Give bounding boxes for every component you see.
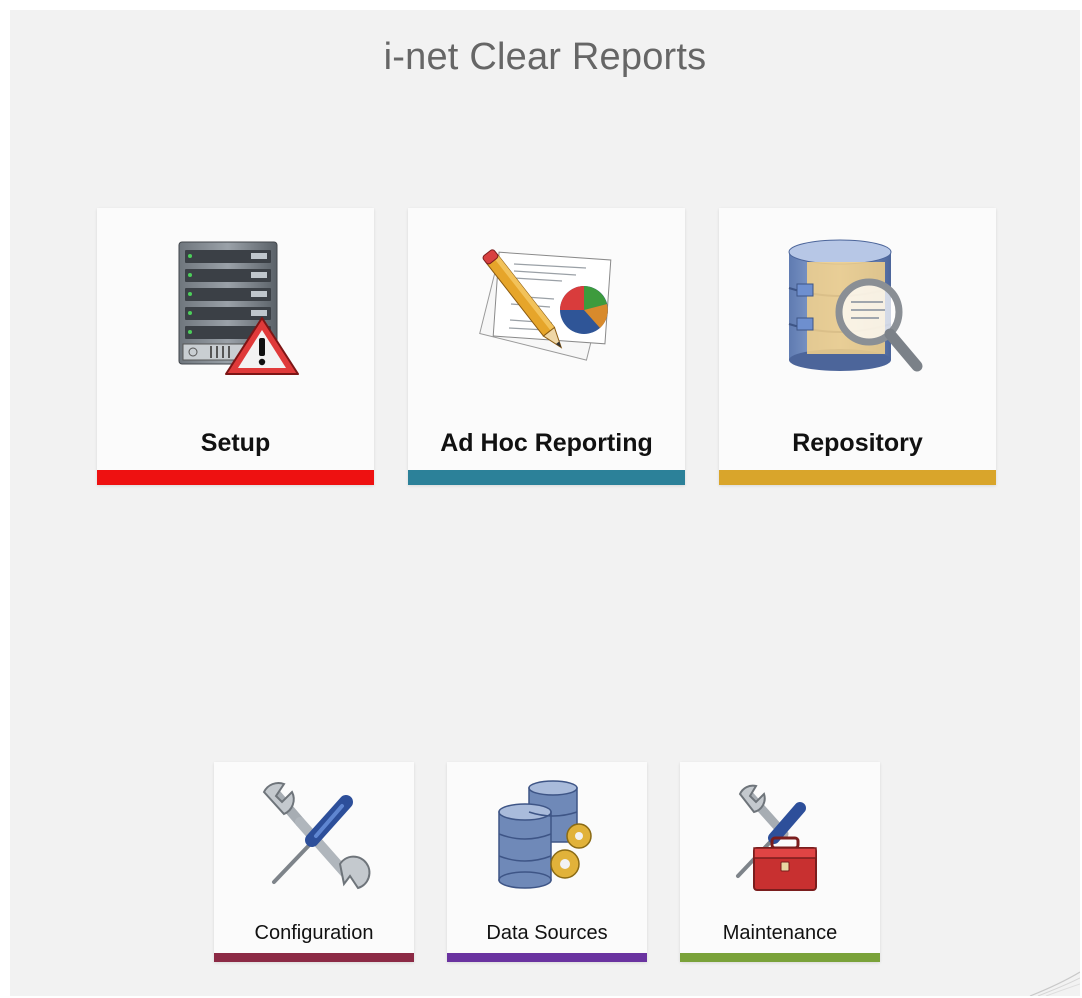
setup-accent-bar bbox=[97, 470, 374, 485]
server-warning-icon bbox=[178, 241, 299, 375]
maintenance-label: Maintenance bbox=[722, 922, 838, 944]
toolbox-icon bbox=[736, 784, 817, 891]
database-gears-icon bbox=[498, 780, 592, 889]
repository-tile[interactable]: Repository bbox=[719, 208, 996, 485]
data-sources-accent-bar bbox=[447, 953, 647, 962]
database-search-icon bbox=[788, 239, 923, 372]
ad-hoc-reporting-label: Ad Hoc Reporting bbox=[440, 429, 653, 457]
page-curl-decoration bbox=[1029, 971, 1080, 996]
data-sources-label: Data Sources bbox=[486, 922, 608, 944]
repository-label: Repository bbox=[792, 429, 923, 457]
configuration-label: Configuration bbox=[254, 922, 374, 944]
wrench-screwdriver-icon bbox=[262, 781, 371, 890]
setup-tile[interactable]: Setup bbox=[97, 208, 374, 485]
start-page: i-net Clear Reports Setup Ad Hoc Reporti… bbox=[10, 10, 1080, 996]
configuration-tile[interactable]: Configuration bbox=[214, 762, 414, 962]
maintenance-tile[interactable]: Maintenance bbox=[680, 762, 880, 962]
configuration-accent-bar bbox=[214, 953, 414, 962]
maintenance-accent-bar bbox=[680, 953, 880, 962]
ad-hoc-reporting-accent-bar bbox=[408, 470, 685, 485]
data-sources-tile[interactable]: Data Sources bbox=[447, 762, 647, 962]
report-pencil-icon bbox=[479, 249, 612, 361]
setup-label: Setup bbox=[200, 429, 271, 457]
ad-hoc-reporting-tile[interactable]: Ad Hoc Reporting bbox=[408, 208, 685, 485]
app-title: i-net Clear Reports bbox=[383, 36, 707, 78]
repository-accent-bar bbox=[719, 470, 996, 485]
